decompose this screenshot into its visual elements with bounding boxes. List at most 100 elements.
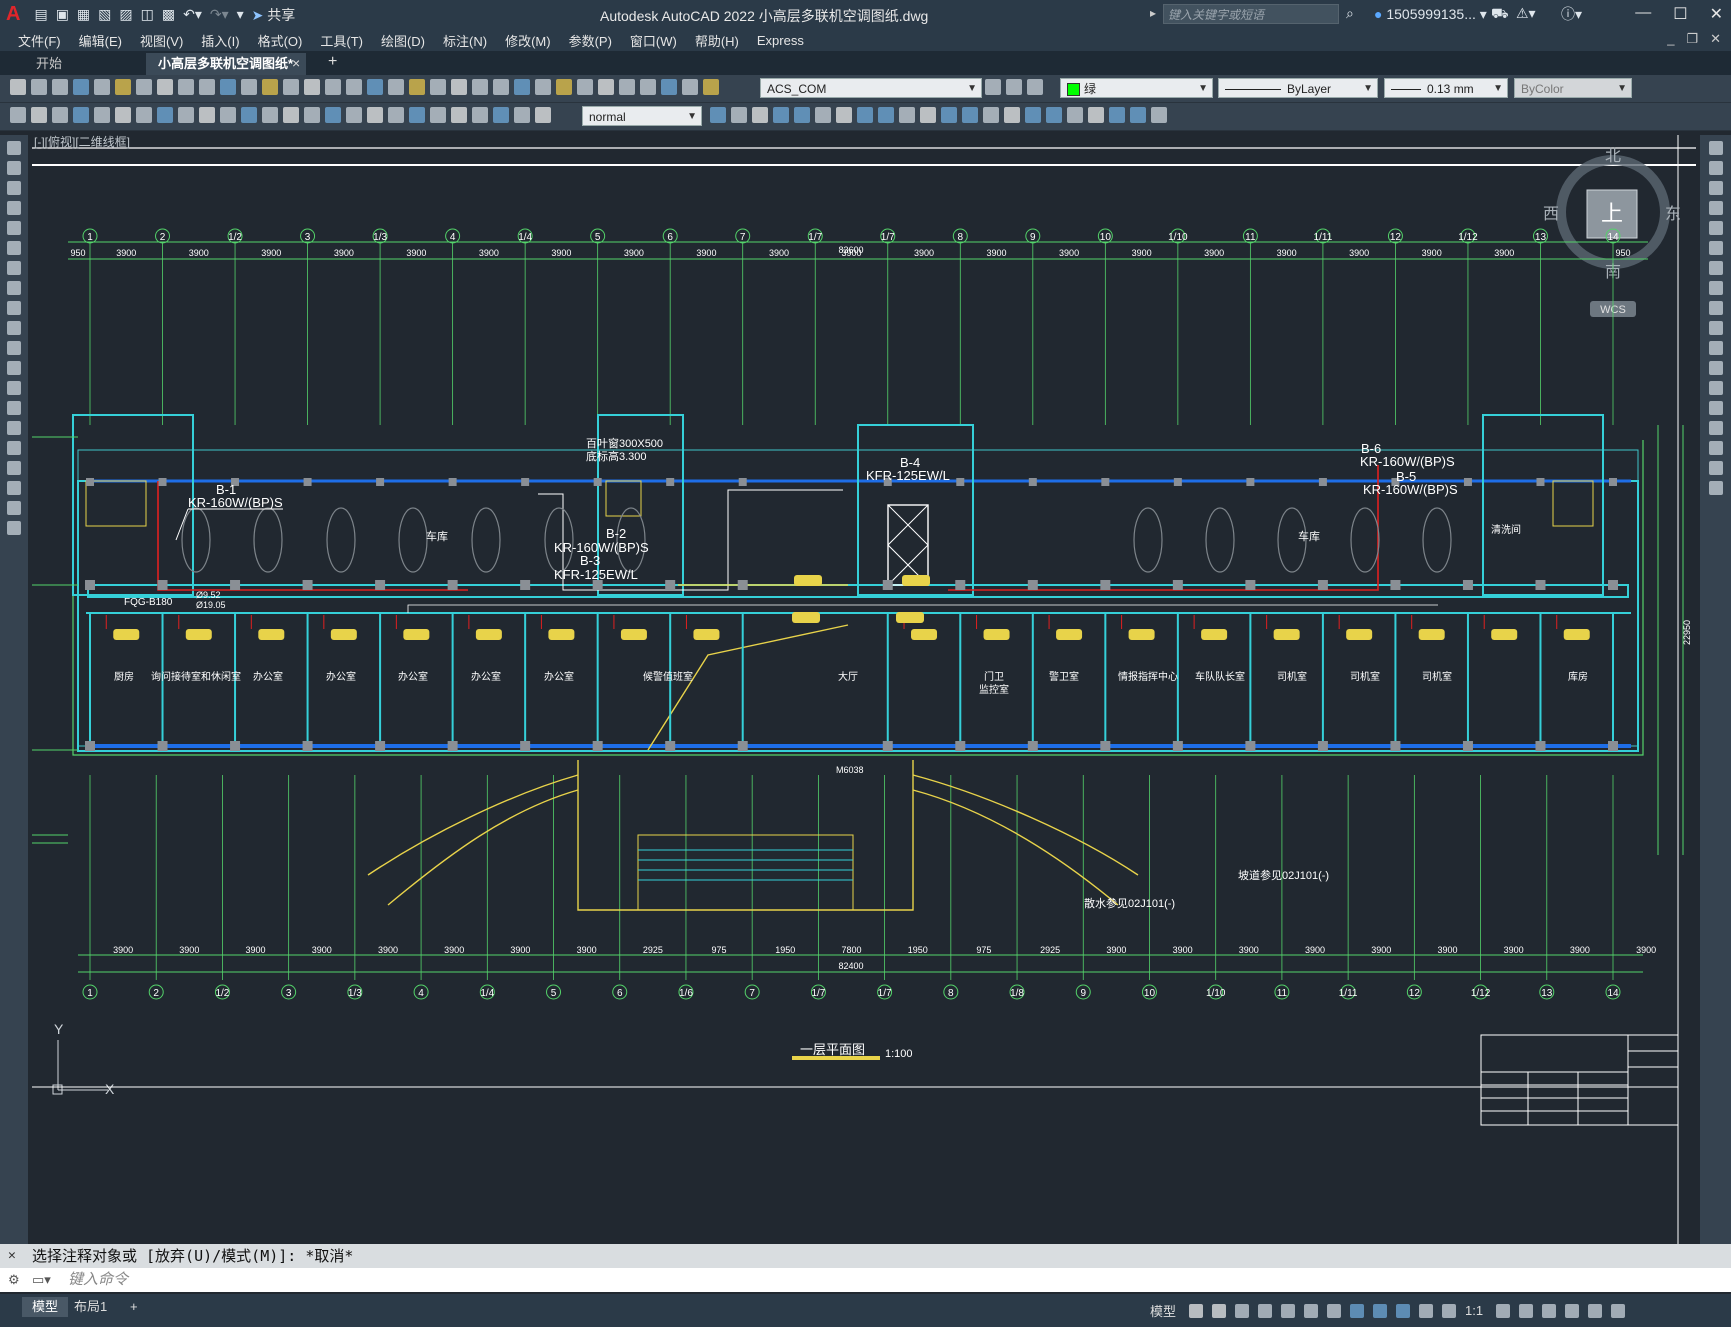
tab-start[interactable]: 开始 [24,53,74,75]
cart-icon[interactable]: ⛟ [1491,5,1509,24]
toolbar-tool-icon[interactable] [367,107,383,123]
autodesk-app-icon[interactable]: ⚠▾ [1516,5,1536,22]
side-tool-icon[interactable] [7,341,21,355]
side-tool-icon[interactable] [1709,141,1723,155]
viewport-label[interactable]: [-][俯视][二维线框] [34,134,130,149]
command-line[interactable]: ⚙ ▭▾ 键入命令 [0,1268,1731,1292]
side-tool-icon[interactable] [1709,241,1723,255]
toolbar-tool-icon[interactable] [1046,107,1062,123]
toolbar-tool-icon[interactable] [178,107,194,123]
clean-screen-icon[interactable] [1588,1303,1603,1318]
toolbar-tool-icon[interactable] [199,107,215,123]
search-icon[interactable]: ⌕ [1346,5,1354,22]
toolbar-tool-icon[interactable] [1088,107,1104,123]
toolbar-tool-icon[interactable] [878,107,894,123]
toolbar-tool-icon[interactable] [430,107,446,123]
toolbar-tool-icon[interactable] [388,107,404,123]
toolbar-tool-icon[interactable] [962,107,978,123]
command-recent-icon[interactable]: ▭▾ [32,1268,51,1292]
toolbar-tool-icon[interactable] [157,79,173,95]
scale-value[interactable]: 1:1 [1465,1303,1483,1318]
ortho-icon[interactable] [1258,1303,1273,1318]
toolbar-tool-icon[interactable] [136,107,152,123]
side-tool-icon[interactable] [7,501,21,515]
annotation-scale-icon[interactable] [1442,1303,1457,1318]
toolbar-tool-icon[interactable] [304,107,320,123]
toolbar-tool-icon[interactable] [710,107,726,123]
side-tool-icon[interactable] [7,261,21,275]
toolbar-tool-icon[interactable] [1067,107,1083,123]
toolbar-tool-icon[interactable] [199,79,215,95]
search-expand-icon[interactable]: ▸ [1150,6,1156,20]
side-tool-icon[interactable] [1709,261,1723,275]
lineweight-dropdown[interactable]: 0.13 mm ▼ [1384,78,1508,98]
toolbar-tool-icon[interactable] [52,107,68,123]
minimize-button[interactable]: — [1635,4,1651,24]
toolbar-tool-icon[interactable] [346,79,362,95]
lineweight-icon[interactable] [1373,1303,1388,1318]
side-tool-icon[interactable] [7,441,21,455]
toolbar-tool-icon[interactable] [157,107,173,123]
menu-item[interactable]: 编辑(E) [79,31,122,50]
toolbar-tool-icon[interactable] [1109,107,1125,123]
side-tool-icon[interactable] [1709,401,1723,415]
tab-layout1[interactable]: 布局1 [64,1297,117,1317]
tab-model[interactable]: 模型 [22,1297,69,1317]
doc-minimize-button[interactable]: _ [1667,31,1674,47]
snap-icon[interactable] [1212,1303,1227,1318]
redo-icon[interactable]: ↷▾ [210,6,229,23]
toolbar-tool-icon[interactable] [493,79,509,95]
help-icon[interactable]: ⓘ▾ [1561,4,1582,24]
object-snap-tracking-icon[interactable] [1327,1303,1342,1318]
customize-dropdown-icon[interactable]: ▾ [237,6,244,23]
command-close-icon[interactable]: ✕ [8,1244,16,1268]
toolbar-tool-icon[interactable] [283,79,299,95]
side-tool-icon[interactable] [1709,161,1723,175]
color-dropdown[interactable]: 绿 ▼ [1060,78,1213,98]
toolbar-tool-icon[interactable] [325,79,341,95]
toolbar-tool-icon[interactable] [451,79,467,95]
isodraft-icon[interactable] [1304,1303,1319,1318]
new-file-icon[interactable]: ▤ [34,6,47,23]
side-tool-icon[interactable] [7,201,21,215]
side-tool-icon[interactable] [7,321,21,335]
toolbar-tool-icon[interactable] [941,107,957,123]
units-icon[interactable] [1542,1303,1557,1318]
undo-icon[interactable]: ↶▾ [183,6,202,23]
menu-item[interactable]: 文件(F) [18,31,61,50]
share-button[interactable]: ➤ 共享 [252,5,296,25]
side-tool-icon[interactable] [1709,361,1723,375]
toolbar-tool-icon[interactable] [815,107,831,123]
toolbar-tool-icon[interactable] [1151,107,1167,123]
menu-item[interactable]: 参数(P) [569,31,612,50]
side-tool-icon[interactable] [7,381,21,395]
toolbar-tool-icon[interactable] [857,107,873,123]
menu-item[interactable]: 修改(M) [505,31,551,50]
toolbar-tool-icon[interactable] [52,79,68,95]
side-tool-icon[interactable] [7,161,21,175]
model-space-label[interactable]: 模型 [1150,1301,1176,1320]
side-tool-icon[interactable] [1709,201,1723,215]
toolbar-tool-icon[interactable] [493,107,509,123]
side-tool-icon[interactable] [1709,281,1723,295]
toolbar-tool-icon[interactable] [31,107,47,123]
command-customize-icon[interactable]: ⚙ [8,1268,20,1292]
command-input[interactable]: 键入命令 [68,1268,128,1292]
menu-item[interactable]: 标注(N) [443,31,487,50]
side-tool-icon[interactable] [7,421,21,435]
toolbar-tool-icon[interactable] [661,79,677,95]
layer-iso-icon[interactable] [1027,79,1043,95]
side-tool-icon[interactable] [7,361,21,375]
toolbar-tool-icon[interactable] [409,79,425,95]
plot-icon[interactable]: ▩ [162,6,175,23]
side-tool-icon[interactable] [1709,421,1723,435]
side-tool-icon[interactable] [1709,441,1723,455]
toolbar-tool-icon[interactable] [241,79,257,95]
toolbar-tool-icon[interactable] [472,107,488,123]
side-tool-icon[interactable] [7,481,21,495]
toolbar-tool-icon[interactable] [220,107,236,123]
menu-item[interactable]: 格式(O) [258,31,303,50]
menu-item[interactable]: Express [757,33,804,48]
toolbar-tool-icon[interactable] [31,79,47,95]
side-tool-icon[interactable] [7,521,21,535]
